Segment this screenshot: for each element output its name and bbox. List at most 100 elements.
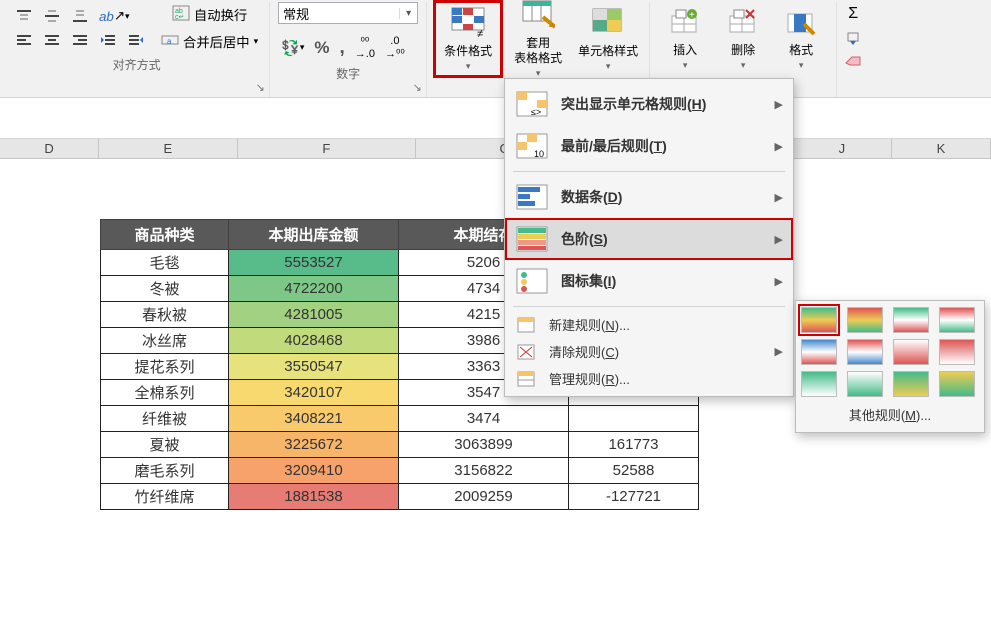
comma-style-button[interactable]: , [337, 34, 348, 62]
clear-button[interactable] [841, 50, 865, 70]
align-center-button[interactable] [40, 29, 64, 51]
table-row: 夏被32256723063899161773 [101, 432, 699, 458]
color-scale-gy[interactable] [893, 371, 929, 397]
format-as-table-label2: 表格格式 [514, 49, 562, 66]
align-middle-button[interactable] [40, 5, 64, 27]
col-header-J[interactable]: J [793, 139, 892, 158]
color-scales-more-rules[interactable]: 其他规则(M)... [802, 397, 978, 426]
insert-cells-icon: + [670, 8, 700, 39]
menu-label: 清除规则(C) [549, 342, 619, 361]
color-scale-gyr[interactable] [801, 307, 837, 333]
decrease-decimal-button[interactable]: .0→⁰⁰ [382, 32, 408, 63]
color-scales-submenu: 其他规则(M)... [795, 300, 985, 433]
fill-button[interactable] [841, 28, 865, 48]
ribbon-group-number: ▾ 💱 ▾ % , ⁰⁰→.0 .0→⁰⁰ 数字 ↘ [270, 2, 427, 97]
svg-text:≤>: ≤> [531, 107, 541, 117]
alignment-launcher[interactable]: ↘ [253, 81, 267, 95]
color-scales-icon [515, 224, 549, 254]
th-amount[interactable]: 本期出库金额 [229, 220, 399, 250]
autosum-button[interactable]: Σ [841, 2, 865, 26]
delete-label: 删除 [731, 41, 755, 58]
chevron-right-icon: ▶ [775, 233, 783, 246]
menu-label: 突出显示单元格规则(H) [561, 94, 706, 114]
manage-rules-icon [515, 370, 537, 388]
color-scale-wr[interactable] [893, 339, 929, 365]
color-scale-bwr[interactable] [801, 339, 837, 365]
format-cells-button[interactable]: 格式 ▾ [774, 2, 828, 76]
col-header-E[interactable]: E [99, 139, 238, 158]
align-bottom-button[interactable] [68, 5, 92, 27]
color-scale-rw[interactable] [939, 339, 975, 365]
format-cells-icon [786, 8, 816, 39]
wrap-text-label: 自动换行 [194, 5, 247, 24]
number-format-dropdown[interactable]: ▾ [399, 8, 417, 19]
cell-styles-button[interactable]: 单元格样式 ▾ [575, 2, 641, 76]
conditional-format-menu: ≤> 突出显示单元格规则(H) ▶ 10 最前/最后规则(T) ▶ 数据条(D)… [504, 78, 794, 397]
color-scale-wg[interactable] [847, 371, 883, 397]
merge-center-icon: a [161, 32, 179, 51]
wrap-text-button[interactable]: abc↵ 自动换行 [158, 2, 261, 27]
conditional-format-button[interactable]: ≠ 条件格式 ▾ [435, 2, 501, 76]
number-format-combo[interactable]: ▾ [278, 2, 418, 24]
percent-button[interactable]: % [311, 35, 332, 61]
th-category[interactable]: 商品种类 [101, 220, 229, 250]
number-format-input[interactable] [279, 6, 399, 21]
color-scale-ryg[interactable] [847, 307, 883, 333]
menu-new-rule[interactable]: 新建规则(N)... [505, 311, 793, 338]
chevron-right-icon: ▶ [775, 345, 783, 358]
new-rule-icon [515, 316, 537, 334]
ribbon: ab↗ ▾ abc↵ 自动换行 a 合并后居中 ▾ 对齐方式 [0, 0, 991, 98]
color-scale-gwr[interactable] [893, 307, 929, 333]
menu-data-bars[interactable]: 数据条(D) ▶ [505, 176, 793, 218]
col-header-K[interactable]: K [892, 139, 991, 158]
color-scale-rwb[interactable] [847, 339, 883, 365]
data-bars-icon [515, 182, 549, 212]
increase-decimal-button[interactable]: ⁰⁰→.0 [352, 32, 378, 63]
color-scale-gw[interactable] [801, 371, 837, 397]
conditional-format-label: 条件格式 [444, 42, 492, 59]
svg-text:c↵: c↵ [175, 14, 184, 21]
menu-highlight-cells-rules[interactable]: ≤> 突出显示单元格规则(H) ▶ [505, 83, 793, 125]
currency-button[interactable]: 💱 ▾ [278, 36, 307, 60]
color-scales-grid [802, 307, 978, 397]
delete-cells-button[interactable]: 删除 ▾ [716, 2, 770, 76]
menu-label: 最前/最后规则(T) [561, 136, 667, 156]
align-left-button[interactable] [12, 29, 36, 51]
insert-cells-button[interactable]: + 插入 ▾ [658, 2, 712, 76]
table-row: 纤维被34082213474 [101, 406, 699, 432]
chevron-right-icon: ▶ [775, 98, 783, 111]
menu-label: 图标集(I) [561, 271, 616, 291]
menu-label: 管理规则(R)... [549, 369, 630, 388]
color-scale-yg[interactable] [939, 371, 975, 397]
increase-indent-button[interactable] [124, 29, 148, 51]
menu-clear-rules[interactable]: 清除规则(C) ▶ [505, 338, 793, 365]
cell-styles-label: 单元格样式 [578, 42, 638, 59]
delete-cells-icon [728, 8, 758, 39]
col-header-D[interactable]: D [0, 139, 99, 158]
orientation-button[interactable]: ab↗ ▾ [96, 5, 133, 27]
align-right-button[interactable] [68, 29, 92, 51]
chevron-down-icon: ▾ [606, 61, 611, 72]
menu-separator [513, 171, 785, 172]
align-top-button[interactable] [12, 5, 36, 27]
group-label-alignment: 对齐方式 [113, 56, 161, 73]
format-as-table-button[interactable]: 套用 表格格式 ▾ [505, 2, 571, 76]
number-launcher[interactable]: ↘ [410, 81, 424, 95]
menu-separator [513, 306, 785, 307]
color-scale-rwg[interactable] [939, 307, 975, 333]
menu-manage-rules[interactable]: 管理规则(R)... [505, 365, 793, 392]
svg-text:+: + [689, 10, 695, 21]
highlight-rules-icon: ≤> [515, 89, 549, 119]
format-label: 格式 [789, 41, 813, 58]
conditional-format-icon: ≠ [451, 7, 485, 40]
menu-color-scales[interactable]: 色阶(S) ▶ [505, 218, 793, 260]
clear-rules-icon [515, 343, 537, 361]
menu-icon-sets[interactable]: 图标集(I) ▶ [505, 260, 793, 302]
chevron-right-icon: ▶ [775, 191, 783, 204]
decrease-indent-button[interactable] [96, 29, 120, 51]
menu-top-bottom-rules[interactable]: 10 最前/最后规则(T) ▶ [505, 125, 793, 167]
ribbon-group-alignment: ab↗ ▾ abc↵ 自动换行 a 合并后居中 ▾ 对齐方式 [4, 2, 270, 97]
group-label-number: 数字 [336, 65, 360, 82]
col-header-F[interactable]: F [238, 139, 416, 158]
merge-center-button[interactable]: a 合并后居中 ▾ [158, 29, 261, 54]
